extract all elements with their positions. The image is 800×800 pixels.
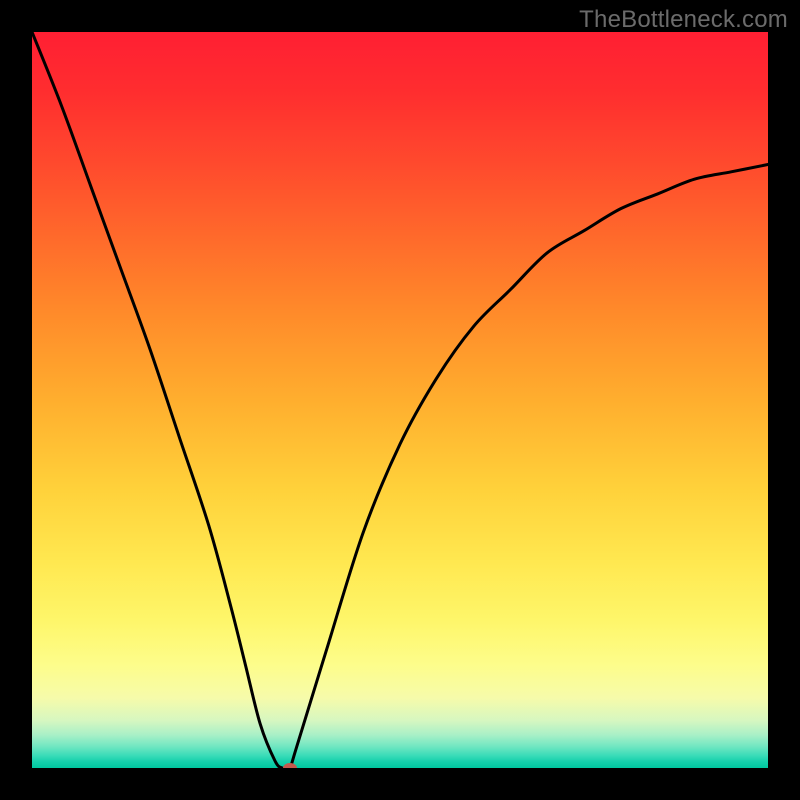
- minimum-marker: [283, 763, 297, 768]
- chart-frame: TheBottleneck.com: [0, 0, 800, 800]
- bottleneck-curve: [32, 32, 768, 768]
- watermark-text: TheBottleneck.com: [579, 6, 788, 34]
- plot-area: [32, 32, 768, 768]
